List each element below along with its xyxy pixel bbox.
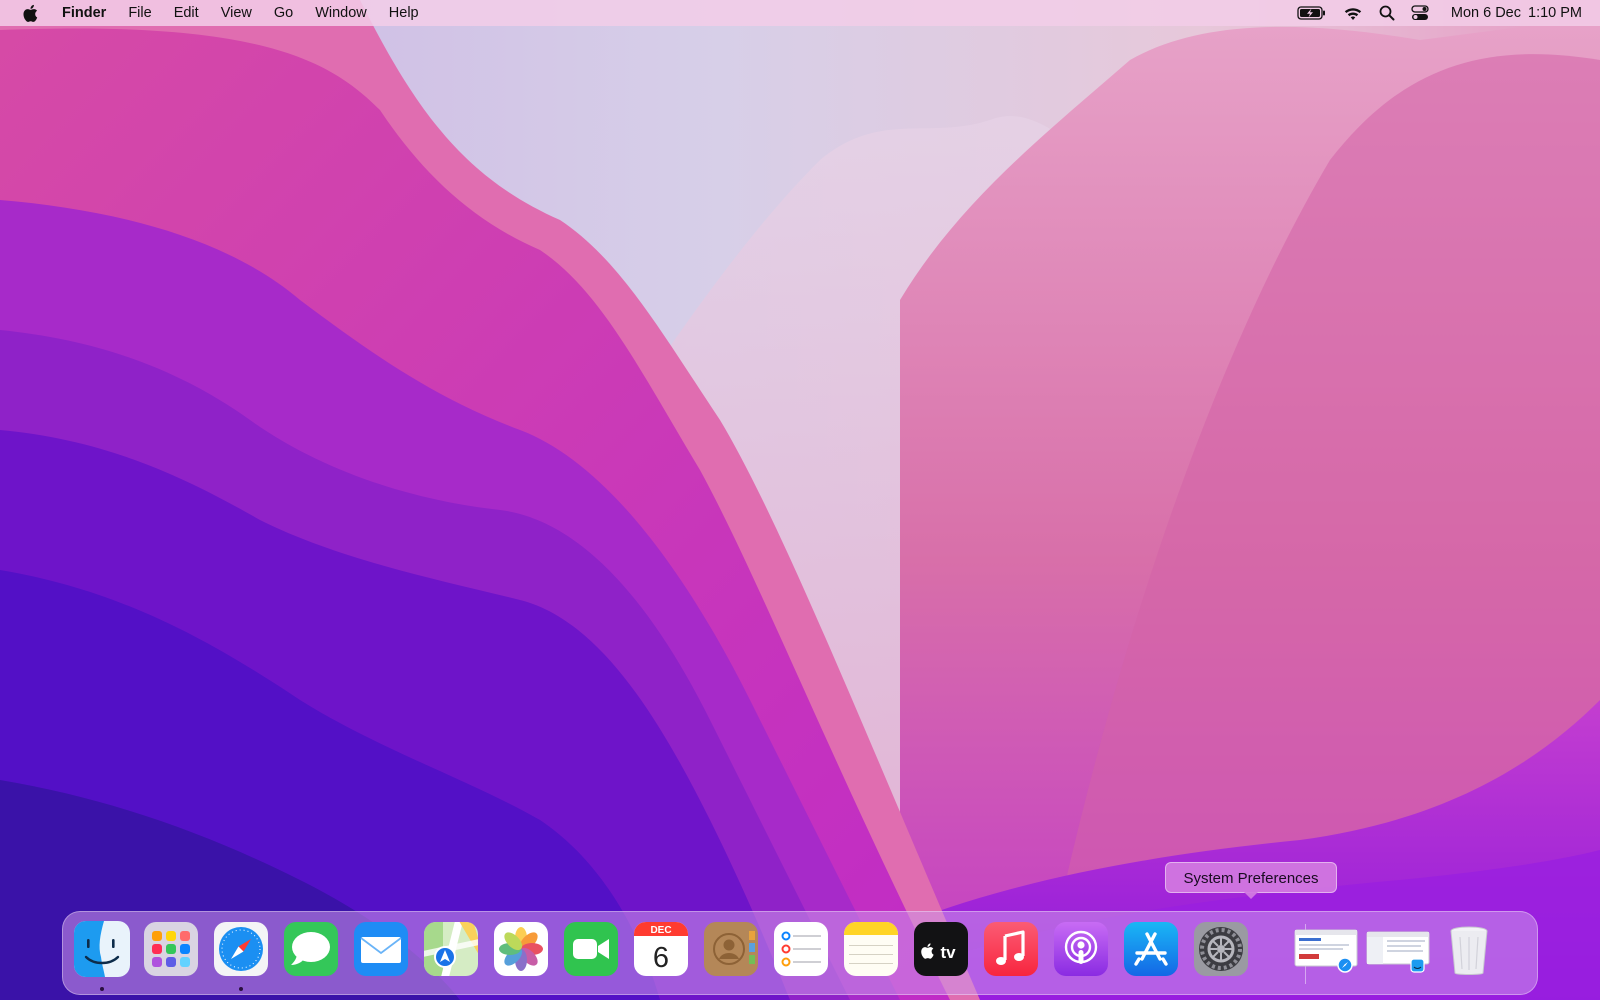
menu-edit[interactable]: Edit (163, 0, 210, 26)
dock-contacts[interactable] (703, 921, 759, 977)
menu-go[interactable]: Go (263, 0, 304, 26)
messages-icon (284, 922, 338, 976)
dock-minimized-finder-window[interactable] (1365, 921, 1431, 977)
dock-tooltip: System Preferences (1165, 862, 1337, 899)
dock-mail[interactable] (353, 921, 409, 977)
menu-bar: Finder File Edit View Go Window Help Mon… (0, 0, 1600, 26)
dock-reminders[interactable] (773, 921, 829, 977)
calendar-day: 6 (653, 942, 669, 974)
finder-running-indicator (100, 987, 104, 991)
apple-tv-label: tv (940, 943, 956, 962)
mail-icon (354, 922, 408, 976)
dock-music[interactable] (983, 921, 1039, 977)
menu-view[interactable]: View (210, 0, 263, 26)
calendar-month: DEC (650, 925, 671, 936)
maps-icon (424, 922, 478, 976)
dock-app-store[interactable] (1123, 921, 1179, 977)
clock-date: Mon 6 Dec (1450, 5, 1521, 21)
clock-time: 1:10 PM (1528, 5, 1582, 21)
reminders-icon (774, 922, 828, 976)
dock-apple-tv[interactable]: tv (913, 921, 969, 977)
dock-photos[interactable] (493, 921, 549, 977)
dock-minimized-safari-window[interactable] (1293, 921, 1359, 977)
notes-icon (844, 922, 898, 976)
app-store-icon (1124, 922, 1178, 976)
dock-messages[interactable] (283, 921, 339, 977)
apple-menu-icon[interactable] (17, 0, 43, 26)
dock: DEC 6 tv (62, 911, 1538, 995)
finder-window-thumbnail-icon (1366, 931, 1430, 973)
podcasts-icon (1054, 922, 1108, 976)
dock-launchpad[interactable] (143, 921, 199, 977)
menu-clock[interactable]: Mon 6 Dec 1:10 PM (1451, 5, 1582, 21)
dock-finder[interactable] (74, 921, 130, 991)
desktop-wallpaper (0, 0, 1600, 1000)
safari-icon (214, 922, 268, 976)
dock-safari[interactable] (213, 921, 269, 991)
calendar-icon: DEC 6 (634, 922, 688, 976)
facetime-icon (564, 922, 618, 976)
dock-notes[interactable] (843, 921, 899, 977)
apple-tv-icon: tv (914, 922, 968, 976)
safari-window-thumbnail-icon (1294, 929, 1358, 973)
dock-calendar[interactable]: DEC 6 (633, 921, 689, 977)
battery-charging-icon[interactable] (1297, 0, 1327, 26)
finder-icon (74, 921, 130, 977)
menu-help[interactable]: Help (378, 0, 430, 26)
trash-icon (1450, 926, 1488, 975)
menu-app-finder[interactable]: Finder (51, 0, 117, 26)
dock-facetime[interactable] (563, 921, 619, 977)
launchpad-icon (144, 922, 198, 976)
dock-trash[interactable] (1441, 921, 1497, 977)
music-icon (984, 922, 1038, 976)
safari-running-indicator (239, 987, 243, 991)
dock-system-preferences[interactable] (1193, 921, 1249, 977)
photos-icon (494, 922, 548, 976)
menu-file[interactable]: File (117, 0, 162, 26)
dock-maps[interactable] (423, 921, 479, 977)
menu-window[interactable]: Window (304, 0, 378, 26)
wifi-icon[interactable] (1343, 0, 1363, 26)
control-center-icon[interactable] (1411, 0, 1429, 26)
spotlight-search-icon[interactable] (1379, 0, 1395, 26)
contacts-icon (704, 922, 758, 976)
system-preferences-icon (1194, 922, 1248, 976)
dock-podcasts[interactable] (1053, 921, 1109, 977)
